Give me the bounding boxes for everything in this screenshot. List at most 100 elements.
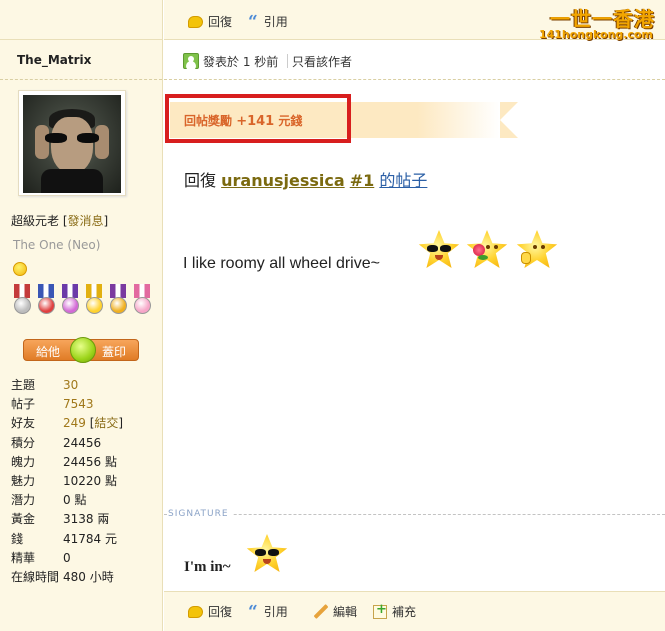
online-smiley-icon: [13, 262, 27, 276]
edit-label: 編輯: [333, 605, 358, 619]
stat-value: 10220 點: [63, 473, 117, 488]
previous-post-actions: 回復 “ 引用 一世一香港 141hongkong.com: [164, 0, 665, 43]
stat-friends-value[interactable]: 249: [63, 416, 86, 430]
stat-row-posts: 帖子 7543: [11, 395, 161, 414]
post-content-column: 回復 “ 引用 一世一香港 141hongkong.com 發表於 1 秒前 只…: [164, 0, 665, 631]
reply-floor-link[interactable]: #1: [350, 171, 375, 190]
stat-value: 0: [63, 550, 71, 565]
author-rank: 超級元老 [發消息]: [11, 214, 109, 228]
rank-label: 超級元老: [11, 214, 60, 228]
supplement-button[interactable]: 補充: [373, 602, 417, 620]
reply-button[interactable]: 回復: [188, 603, 232, 620]
medal-smile-icon[interactable]: [84, 284, 104, 318]
reply-prefix: 回復: [184, 171, 217, 190]
author-sidebar: The_Matrix 超級元老 [發消息] The One (Neo) 給他 蓋…: [0, 0, 163, 631]
post-body: I like roomy all wheel drive~: [183, 255, 380, 272]
quote-icon: “: [248, 11, 258, 32]
stamp-button-right-label: 蓋印: [101, 345, 126, 359]
online-user-icon: [183, 53, 199, 69]
reward-text: 回帖獎勵 +141 元錢: [184, 112, 302, 129]
stat-key: 潛力: [11, 493, 36, 508]
neo-avatar-image: [23, 95, 121, 193]
supplement-label: 補充: [392, 605, 417, 619]
stat-key: 魅力: [11, 473, 36, 488]
stat-row-money: 錢 41784 元: [11, 530, 161, 549]
stat-value: 0 點: [63, 493, 87, 508]
medal-sun-icon[interactable]: [108, 284, 128, 318]
medal-heart-icon[interactable]: [36, 284, 56, 318]
stat-key: 精華: [11, 550, 36, 565]
reply-button[interactable]: 回復: [188, 13, 232, 30]
stat-row-potential: 潛力 0 點: [11, 491, 161, 510]
signature-divider: [164, 514, 665, 515]
reply-user-link[interactable]: uranusjessica: [221, 171, 345, 190]
medal-heart-pink-icon[interactable]: [132, 284, 152, 318]
author-stats: 主題 30 帖子 7543 好友 249 [結交] 積分 24456 魄力 24…: [11, 376, 161, 587]
stat-row-gold: 黃金 3138 兩: [11, 510, 161, 529]
reply-post-link[interactable]: 的帖子: [379, 171, 427, 190]
stamp-button[interactable]: 給他 蓋印: [23, 337, 139, 363]
stat-row-essence: 精華 0: [11, 549, 161, 568]
medal-disc: [14, 297, 31, 314]
stat-key: 帖子: [11, 397, 36, 412]
sidebar-top-strip: [0, 0, 162, 40]
stat-row-courage: 魄力 24456 點: [11, 453, 161, 472]
stat-value: 480 小時: [63, 569, 114, 584]
stat-row-friends: 好友 249 [結交]: [11, 414, 161, 433]
reply-label: 回復: [208, 605, 233, 619]
stat-topics-value[interactable]: 30: [63, 376, 78, 395]
reply-icon: [188, 605, 203, 618]
divider: [287, 54, 288, 68]
stat-key: 主題: [11, 378, 36, 392]
reward-amount: +141: [236, 114, 275, 129]
edit-button[interactable]: 編輯: [313, 603, 357, 620]
reply-icon: [188, 15, 203, 28]
author-name[interactable]: The_Matrix: [17, 53, 91, 67]
medal-ribbon: [38, 284, 54, 298]
stat-row-topics: 主題 30: [11, 376, 161, 395]
stat-value: 41784 元: [63, 531, 117, 546]
medal-disc: [134, 297, 151, 314]
quote-label: 引用: [263, 605, 288, 619]
quote-icon: “: [248, 601, 258, 622]
medal-ribbon: [134, 284, 150, 298]
send-message-link[interactable]: 發消息: [68, 214, 104, 228]
avatar[interactable]: [18, 90, 126, 196]
edit-icon: [313, 604, 328, 619]
medal-disc: [62, 297, 79, 314]
reward-label: 回帖獎勵: [184, 114, 233, 128]
medal-disc: [86, 297, 103, 314]
signature-cool-star-icon: [246, 534, 288, 574]
quote-button[interactable]: “ 引用: [248, 13, 288, 30]
stat-key: 在線時間: [11, 569, 60, 584]
stat-row-charm: 魅力 10220 點: [11, 472, 161, 491]
reward-unit: 元錢: [278, 114, 303, 128]
custom-title: The One (Neo): [13, 238, 101, 252]
stamp-button-left-label: 給他: [36, 345, 61, 359]
medal-ribbon: [110, 284, 126, 298]
medal-gear-icon[interactable]: [12, 284, 32, 318]
stat-key: 錢: [11, 531, 24, 546]
quote-button[interactable]: “ 引用: [248, 603, 288, 620]
medal-disc: [38, 297, 55, 314]
medal-flower-icon[interactable]: [60, 284, 80, 318]
medal-ribbon: [62, 284, 78, 298]
site-logo: 一世一香港 141hongkong.com: [535, 3, 659, 43]
stat-row-online-time: 在線時間 480 小時: [11, 568, 161, 587]
medal-ribbon: [86, 284, 102, 298]
stat-value: 24456 點: [63, 454, 117, 469]
stat-posts-value[interactable]: 7543: [63, 395, 94, 414]
medal-ribbon: [14, 284, 30, 298]
quote-label: 引用: [263, 15, 288, 29]
stat-key: 積分: [11, 435, 36, 450]
author-row: The_Matrix: [0, 40, 162, 80]
add-friend-link[interactable]: 結交: [94, 416, 118, 430]
stamp-ball-icon: [70, 337, 96, 363]
author-only-link[interactable]: 只看該作者: [292, 53, 352, 70]
signature-text: I'm in~: [184, 559, 231, 575]
stat-value: 3138 兩: [63, 512, 110, 527]
stat-key: 魄力: [11, 454, 36, 469]
medal-list: [12, 284, 158, 320]
reply-reference: 回復 uranusjessica #1 的帖子: [184, 167, 427, 191]
stat-key: 好友: [11, 416, 36, 431]
